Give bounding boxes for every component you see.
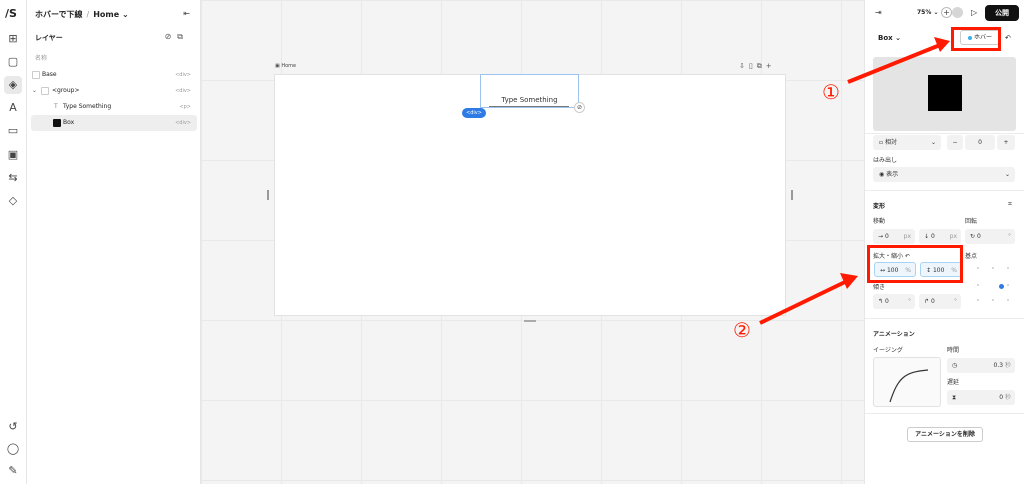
- annotation-label-1: ①: [822, 80, 840, 104]
- annotation-label-2: ②: [733, 318, 751, 342]
- editor-window: /S ⊞ ▢ ◈ A ▭ ▣ ⇆ ◇ ↺ ◯ ✎ ホバーで下線 / Home ⌄ ⇤…: [0, 0, 1024, 484]
- annotation-arrows: [759, 37, 950, 325]
- annotation-arrow-2: [759, 280, 846, 325]
- annotation-arrow-1: [847, 43, 941, 84]
